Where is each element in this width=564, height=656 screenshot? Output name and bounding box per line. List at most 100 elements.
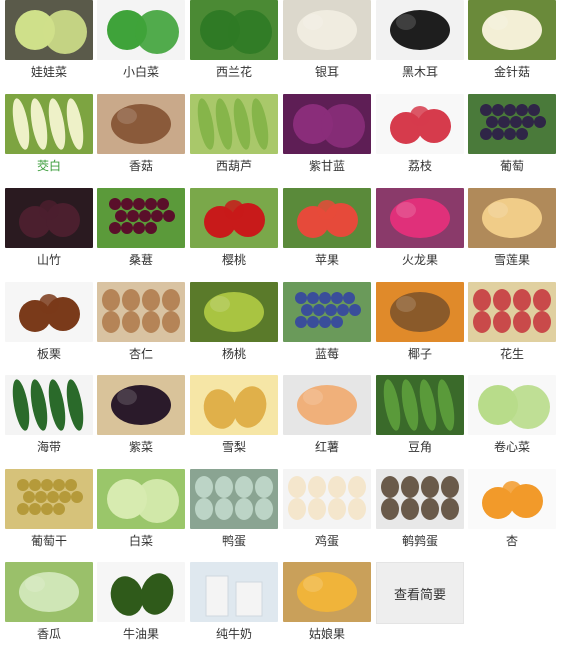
food-item[interactable]: 牛油果	[97, 562, 185, 652]
food-grid: 娃娃菜 小白菜 西兰花 银耳 黑木耳 金针菇茭白 香菇 西葫芦 紫甘蓝 荔枝 葡萄山竹 桑葚 樱桃 苹果 火…	[0, 0, 564, 656]
food-label: 香菇	[128, 159, 153, 173]
food-item[interactable]: 蓝莓	[283, 282, 371, 372]
food-item[interactable]: 白菜	[97, 469, 185, 559]
food-label: 葡萄	[499, 159, 524, 173]
food-label: 樱桃	[221, 253, 246, 267]
food-item[interactable]: 西葫芦	[190, 94, 278, 184]
food-item[interactable]: 杏	[468, 469, 556, 559]
food-item[interactable]: 紫菜	[97, 375, 185, 465]
food-label: 纯牛奶	[215, 627, 252, 641]
food-item[interactable]: 茭白	[5, 94, 93, 184]
cherry-icon	[190, 188, 278, 248]
food-label: 香瓜	[36, 627, 61, 641]
mangosteen-icon	[5, 188, 93, 248]
food-label: 鸭蛋	[221, 534, 246, 548]
food-label: 小白菜	[122, 65, 159, 79]
food-item[interactable]: 樱桃	[190, 188, 278, 278]
food-label: 杏	[505, 534, 518, 548]
water-bamboo-icon	[5, 94, 93, 154]
mulberry-icon	[97, 188, 185, 248]
food-item[interactable]: 鸭蛋	[190, 469, 278, 559]
food-item[interactable]: 小白菜	[97, 0, 185, 90]
food-label: 荔枝	[407, 159, 432, 173]
baby-cabbage-icon	[5, 0, 93, 60]
dragon-fruit-icon	[376, 188, 464, 248]
food-item[interactable]: 黑木耳	[376, 0, 464, 90]
food-label: 西兰花	[215, 65, 252, 79]
food-item[interactable]: 娃娃菜	[5, 0, 93, 90]
raisin-icon	[5, 469, 93, 529]
food-label: 海带	[36, 440, 61, 454]
food-label: 鸡蛋	[314, 534, 339, 548]
blueberry-icon	[283, 282, 371, 342]
food-label: 鹌鹑蛋	[401, 534, 438, 548]
food-label: 红薯	[314, 440, 339, 454]
food-label: 豆角	[407, 440, 432, 454]
food-item[interactable]: 红薯	[283, 375, 371, 465]
yacon-icon	[468, 188, 556, 248]
food-label: 葡萄干	[30, 534, 67, 548]
food-item[interactable]: 鹌鹑蛋	[376, 469, 464, 559]
food-item[interactable]: 椰子	[376, 282, 464, 372]
cabbage-icon	[468, 375, 556, 435]
food-item[interactable]: 姑娘果	[283, 562, 371, 652]
food-label: 西葫芦	[215, 159, 252, 173]
food-label: 白菜	[128, 534, 153, 548]
duck-egg-icon	[190, 469, 278, 529]
enoki-icon	[468, 0, 556, 60]
food-label: 杨桃	[221, 347, 246, 361]
melon-icon	[5, 562, 93, 622]
food-item[interactable]: 杏仁	[97, 282, 185, 372]
food-label: 蓝莓	[314, 347, 339, 361]
grape-icon	[468, 94, 556, 154]
food-item[interactable]: 雪莲果	[468, 188, 556, 278]
avocado-icon	[97, 562, 185, 622]
food-item[interactable]: 桑葚	[97, 188, 185, 278]
food-item[interactable]: 杨桃	[190, 282, 278, 372]
food-item[interactable]: 荔枝	[376, 94, 464, 184]
green-bean-icon	[376, 375, 464, 435]
kelp-icon	[5, 375, 93, 435]
food-label: 山竹	[36, 253, 61, 267]
food-item[interactable]: 金针菇	[468, 0, 556, 90]
food-label: 茭白	[36, 159, 61, 173]
chicken-egg-icon	[283, 469, 371, 529]
food-item[interactable]: 西兰花	[190, 0, 278, 90]
bok-choy-icon	[97, 0, 185, 60]
almond-icon	[97, 282, 185, 342]
food-item[interactable]: 香菇	[97, 94, 185, 184]
food-item[interactable]: 花生	[468, 282, 556, 372]
food-item[interactable]: 苹果	[283, 188, 371, 278]
pear-icon	[190, 375, 278, 435]
black-fungus-icon	[376, 0, 464, 60]
food-label: 牛油果	[122, 627, 159, 641]
nori-icon	[97, 375, 185, 435]
food-item[interactable]: 火龙果	[376, 188, 464, 278]
food-label: 苹果	[314, 253, 339, 267]
food-item[interactable]: 鸡蛋	[283, 469, 371, 559]
food-item[interactable]: 海带	[5, 375, 93, 465]
food-item[interactable]: 豆角	[376, 375, 464, 465]
food-item[interactable]: 银耳	[283, 0, 371, 90]
quail-egg-icon	[376, 469, 464, 529]
view-summary-button[interactable]: 查看简要	[376, 562, 464, 624]
food-label: 椰子	[407, 347, 432, 361]
lychee-icon	[376, 94, 464, 154]
food-item[interactable]: 香瓜	[5, 562, 93, 652]
zucchini-icon	[190, 94, 278, 154]
food-item[interactable]: 板栗	[5, 282, 93, 372]
starfruit-icon	[190, 282, 278, 342]
food-label: 花生	[499, 347, 524, 361]
chestnut-icon	[5, 282, 93, 342]
food-item[interactable]: 葡萄干	[5, 469, 93, 559]
food-item[interactable]: 纯牛奶	[190, 562, 278, 652]
food-item[interactable]: 雪梨	[190, 375, 278, 465]
food-label: 紫菜	[128, 440, 153, 454]
food-item[interactable]: 紫甘蓝	[283, 94, 371, 184]
food-item[interactable]: 葡萄	[468, 94, 556, 184]
food-item[interactable]: 卷心菜	[468, 375, 556, 465]
food-item[interactable]: 山竹	[5, 188, 93, 278]
red-cabbage-icon	[283, 94, 371, 154]
food-label: 板栗	[36, 347, 61, 361]
broccoli-icon	[190, 0, 278, 60]
